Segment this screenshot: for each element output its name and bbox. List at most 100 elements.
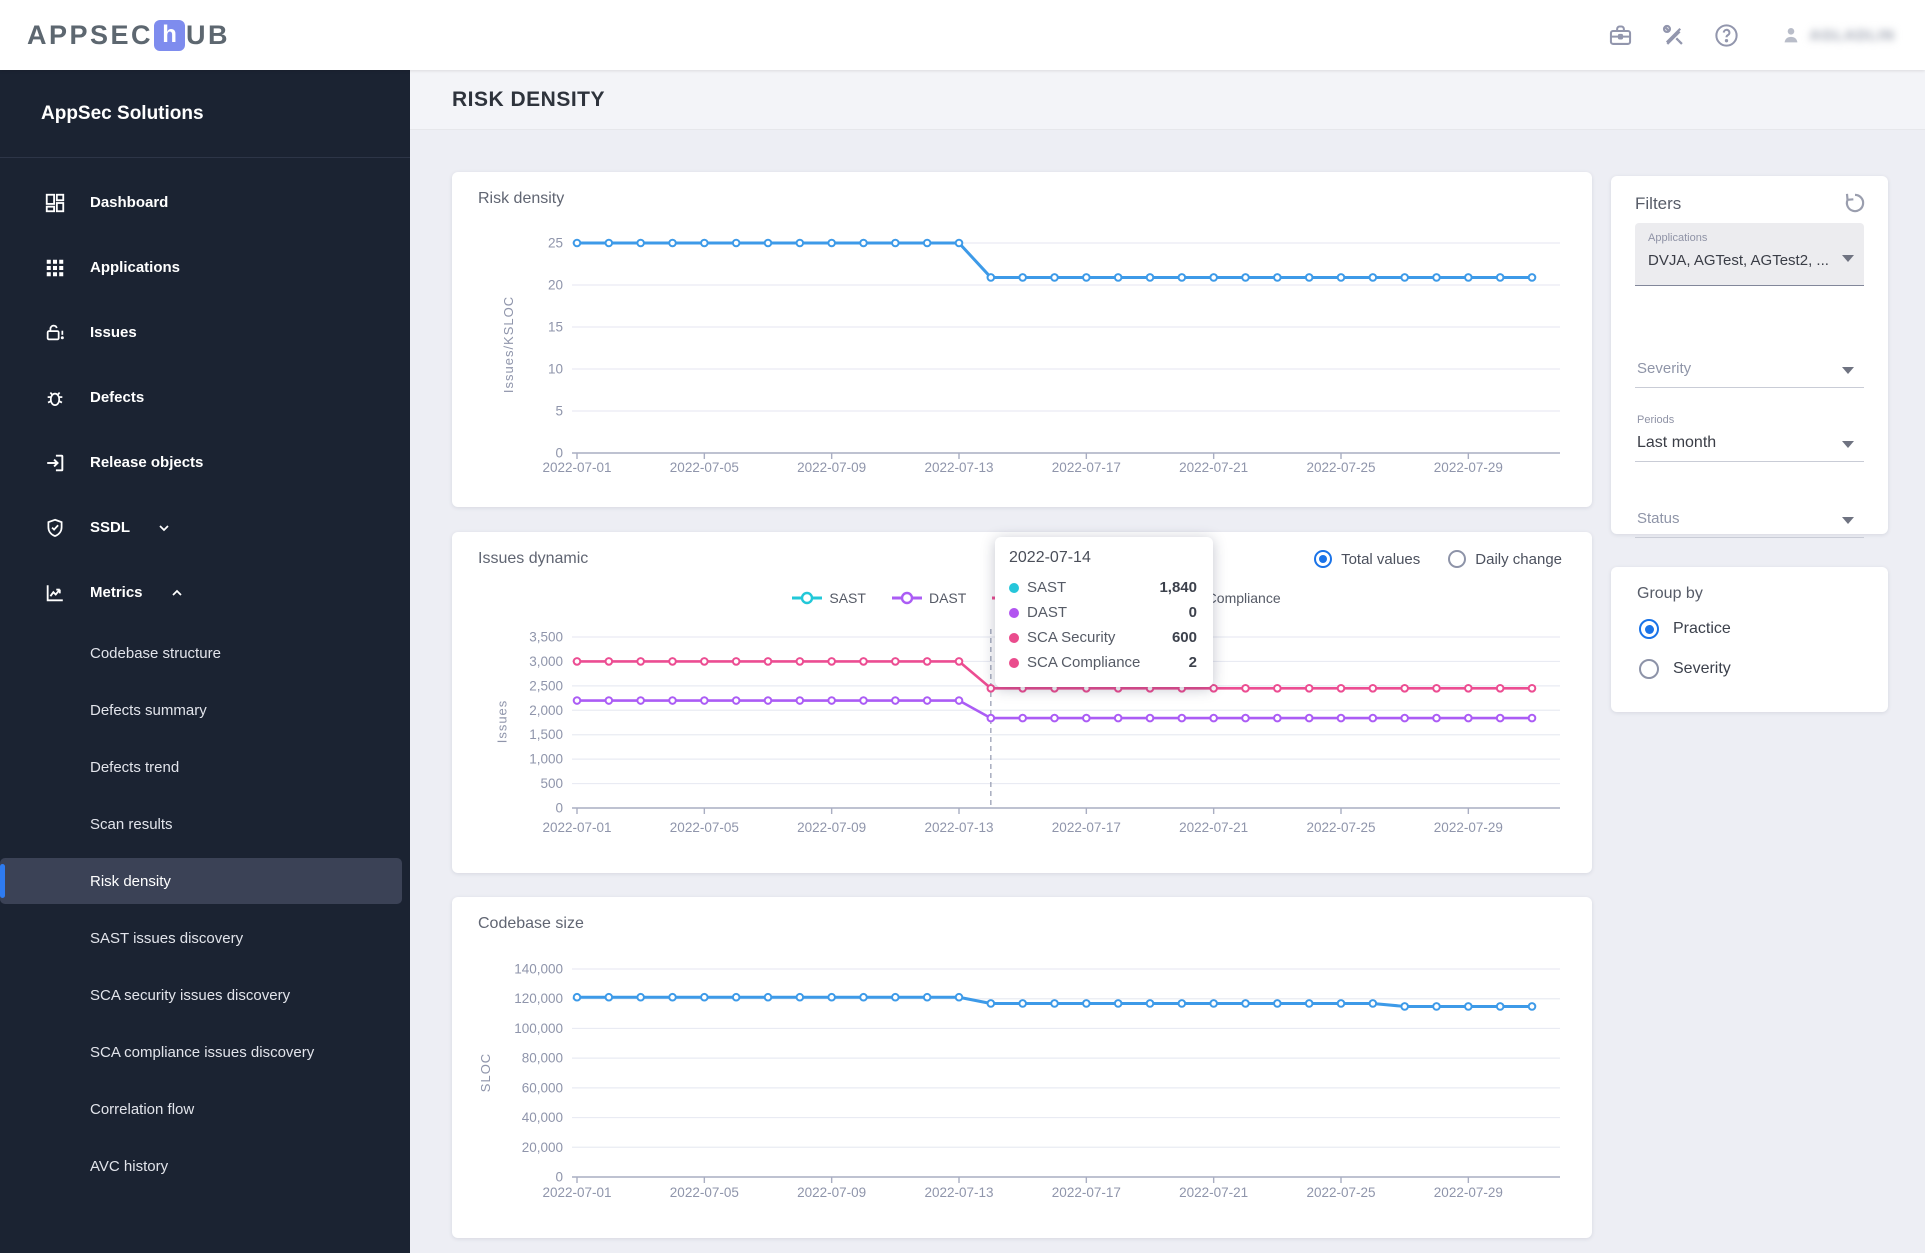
sidebar-item-issues[interactable]: Issues xyxy=(0,300,410,365)
username: AGLADLIN xyxy=(1809,26,1895,44)
svg-text:25: 25 xyxy=(548,236,563,251)
risk-density-plot[interactable]: 0 5 10 15 20 25 2022-07-01 2022-07-05 2022-07-09… xyxy=(452,172,1592,507)
chevron-down-icon xyxy=(1842,441,1854,448)
toggle-daily-change[interactable]: Daily change xyxy=(1448,550,1562,568)
sidebar-subitem-label: SAST issues discovery xyxy=(90,930,244,947)
svg-text:2022-07-29: 2022-07-29 xyxy=(1434,820,1503,835)
svg-text:40,000: 40,000 xyxy=(522,1110,563,1125)
series-dot-icon xyxy=(1009,582,1019,593)
logo-text-suffix: UB xyxy=(186,19,231,50)
group-by-panel: Group by Practice Severity xyxy=(1611,567,1888,712)
sidebar-subitem-correlation-flow[interactable]: Correlation flow xyxy=(0,1081,410,1138)
sidebar-item-applications[interactable]: Applications xyxy=(0,235,410,300)
svg-text:2022-07-01: 2022-07-01 xyxy=(542,820,611,835)
svg-text:2022-07-21: 2022-07-21 xyxy=(1179,820,1248,835)
sidebar-subitem-label: Defects trend xyxy=(90,759,180,776)
svg-text:500: 500 xyxy=(540,776,563,791)
dashboard-icon xyxy=(44,192,66,214)
tooltip-series-name: SCA Security xyxy=(1027,629,1116,646)
codebase-size-card: Codebase size SLOC 0 20,000 40,000 60,000 80… xyxy=(452,897,1592,1238)
svg-text:2022-07-05: 2022-07-05 xyxy=(670,1185,739,1200)
group-by-option-practice[interactable]: Practice xyxy=(1639,619,1731,639)
chevron-down-icon xyxy=(156,520,172,536)
status-select[interactable]: Status xyxy=(1635,506,1864,538)
svg-text:3,500: 3,500 xyxy=(529,630,563,645)
svg-text:20,000: 20,000 xyxy=(522,1140,563,1155)
tooltip-series-value: 2 xyxy=(1188,654,1197,671)
svg-text:2022-07-17: 2022-07-17 xyxy=(1052,1185,1121,1200)
main-content: RISK DENSITY Risk density Issues/KSLOC 0… xyxy=(410,70,1925,1253)
sidebar-item-release-objects[interactable]: Release objects xyxy=(0,430,410,495)
sidebar-subitem-label: SCA compliance issues discovery xyxy=(90,1044,315,1061)
tooltip-series-name: SCA Compliance xyxy=(1027,654,1141,671)
sidebar-subitem-sca-security-issues-discovery[interactable]: SCA security issues discovery xyxy=(0,967,410,1024)
sidebar-item-defects[interactable]: Defects xyxy=(0,365,410,430)
metrics-icon xyxy=(44,582,66,604)
sidebar-subitem-label: SCA security issues discovery xyxy=(90,987,291,1004)
sidebar-subitem-avc-history[interactable]: AVC history xyxy=(0,1138,410,1195)
tooltip-date: 2022-07-14 xyxy=(1009,549,1091,566)
issues-icon xyxy=(44,322,66,344)
sidebar-subitem-sast-issues-discovery[interactable]: SAST issues discovery xyxy=(0,910,410,967)
app-header: APPSEC h UB AGLADLIN xyxy=(0,0,1925,70)
svg-text:2022-07-29: 2022-07-29 xyxy=(1434,460,1503,475)
svg-text:2022-07-05: 2022-07-05 xyxy=(670,460,739,475)
applications-select[interactable]: Applications DVJA, AGTest, AGTest2, ... xyxy=(1635,223,1864,286)
reset-filters-icon[interactable] xyxy=(1842,190,1868,216)
page-title: RISK DENSITY xyxy=(452,87,606,111)
issues-dynamic-card: Issues dynamic Total values Daily change … xyxy=(452,532,1592,873)
group-by-label: Severity xyxy=(1673,660,1731,677)
sidebar-subitem-label: Scan results xyxy=(90,816,173,833)
user-icon xyxy=(1780,24,1802,46)
tooltip-row: SAST 1,840 xyxy=(1009,575,1197,600)
svg-text:2,000: 2,000 xyxy=(529,703,563,718)
issues-view-toggle: Total values Daily change xyxy=(1314,550,1562,568)
user-menu[interactable]: AGLADLIN xyxy=(1780,24,1896,46)
sidebar-subitem-risk-density[interactable]: Risk density xyxy=(0,858,402,904)
help-icon[interactable] xyxy=(1713,22,1740,49)
sidebar-item-ssdl[interactable]: SSDL xyxy=(0,495,410,560)
severity-select[interactable]: Severity xyxy=(1635,356,1864,388)
group-by-title: Group by xyxy=(1637,585,1703,602)
sidebar-subitem-defects-trend[interactable]: Defects trend xyxy=(0,739,410,796)
toggle-label: Total values xyxy=(1341,550,1421,568)
tooltip-series-value: 1,840 xyxy=(1159,579,1197,596)
sidebar-item-label: Metrics xyxy=(90,584,143,601)
toggle-total-values[interactable]: Total values xyxy=(1314,550,1420,568)
svg-text:2022-07-21: 2022-07-21 xyxy=(1179,460,1248,475)
legend-item-sast[interactable]: SAST xyxy=(792,590,866,606)
sidebar-item-label: Defects xyxy=(90,389,145,406)
filters-title: Filters xyxy=(1635,194,1682,213)
sidebar-item-metrics[interactable]: Metrics xyxy=(0,560,410,625)
periods-select[interactable]: Last month xyxy=(1635,430,1864,462)
svg-text:2,500: 2,500 xyxy=(529,678,563,693)
svg-text:0: 0 xyxy=(555,446,563,461)
sidebar-subitem-codebase-structure[interactable]: Codebase structure xyxy=(0,625,410,682)
codebase-size-plot[interactable]: 0 20,000 40,000 60,000 80,000 100,000 120,000 1… xyxy=(452,897,1592,1238)
legend-item-dast[interactable]: DAST xyxy=(891,590,967,606)
legend-label: DAST xyxy=(928,590,967,606)
svg-text:140,000: 140,000 xyxy=(514,962,563,977)
radio-icon xyxy=(1314,550,1333,568)
svg-text:2022-07-17: 2022-07-17 xyxy=(1052,460,1121,475)
group-by-option-severity[interactable]: Severity xyxy=(1639,659,1731,679)
chevron-down-icon xyxy=(1842,367,1854,374)
risk-density-card: Risk density Issues/KSLOC 0 5 10 15 20 25 2022… xyxy=(452,172,1592,507)
svg-text:2022-07-13: 2022-07-13 xyxy=(924,820,993,835)
svg-text:2022-07-01: 2022-07-01 xyxy=(542,1185,611,1200)
sidebar-item-label: Applications xyxy=(90,259,181,276)
tools-icon[interactable] xyxy=(1660,22,1687,49)
sidebar-subitem-defects-summary[interactable]: Defects summary xyxy=(0,682,410,739)
sidebar-item-dashboard[interactable]: Dashboard xyxy=(0,170,410,235)
ssdl-icon xyxy=(44,517,66,539)
sidebar-item-label: Dashboard xyxy=(90,194,169,211)
svg-text:2022-07-09: 2022-07-09 xyxy=(797,1185,866,1200)
series-dot-icon xyxy=(1009,607,1019,618)
toggle-label: Daily change xyxy=(1475,550,1562,568)
svg-text:2022-07-09: 2022-07-09 xyxy=(797,820,866,835)
legend-marker-icon xyxy=(891,591,922,605)
sidebar-subitem-scan-results[interactable]: Scan results xyxy=(0,796,410,853)
svg-text:0: 0 xyxy=(555,801,563,816)
briefcase-icon[interactable] xyxy=(1607,22,1634,49)
sidebar-subitem-sca-compliance-issues-discovery[interactable]: SCA compliance issues discovery xyxy=(0,1024,410,1081)
